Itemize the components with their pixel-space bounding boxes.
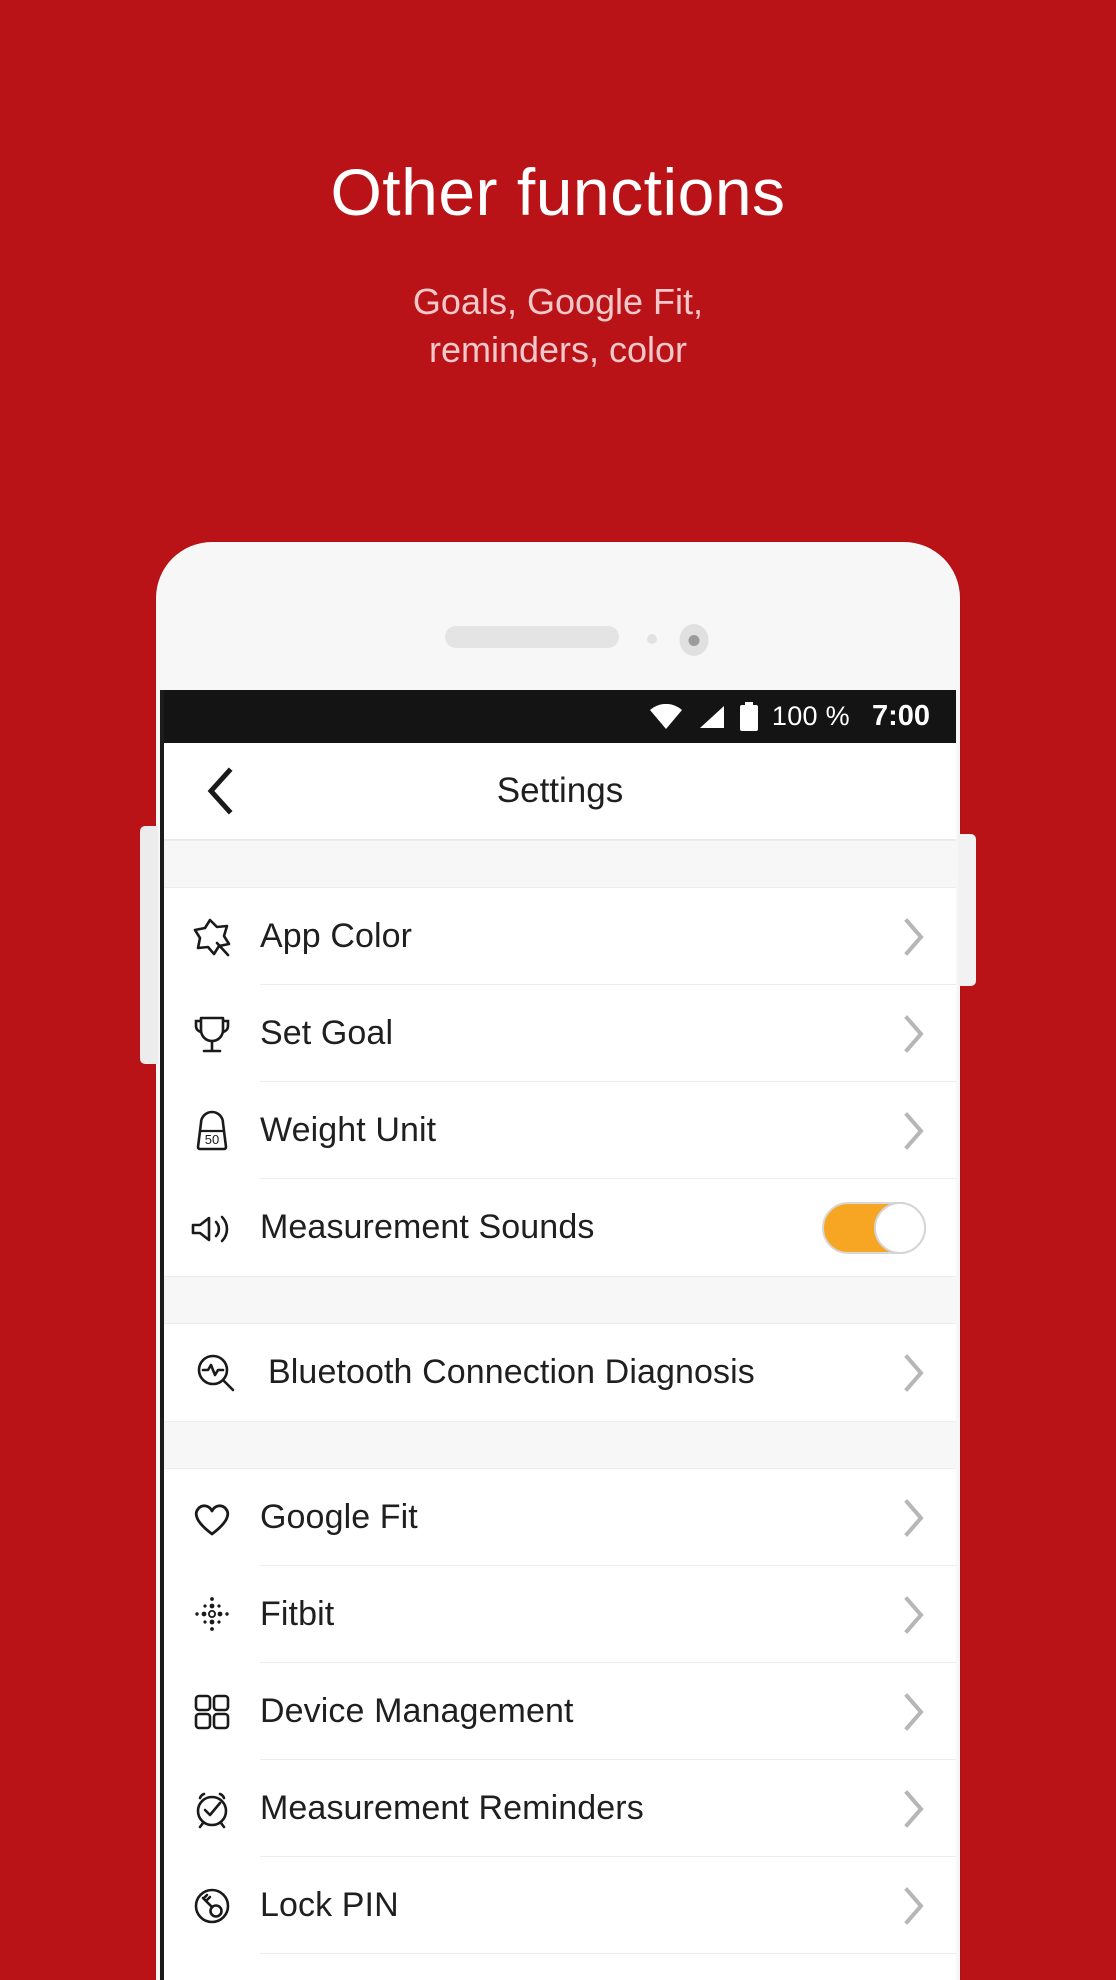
front-camera [679, 624, 709, 656]
settings-group-diagnostics: Bluetooth Connection Diagnosis [164, 1324, 956, 1421]
chevron-right-icon [872, 1353, 956, 1392]
settings-row-lock-pin[interactable]: Lock PIN [164, 1857, 956, 1954]
trophy-icon [164, 1010, 260, 1058]
speaker-volume-icon [164, 1204, 260, 1252]
phone-mockup: 100 % 7:00 Settings App Color Set Goal 5… [140, 542, 976, 1980]
settings-row-label: Measurement Reminders [260, 1789, 644, 1827]
settings-row-bluetooth-diagnosis[interactable]: Bluetooth Connection Diagnosis [164, 1324, 956, 1421]
settings-row-label: Lock PIN [260, 1886, 399, 1924]
chevron-right-icon [872, 1595, 956, 1634]
settings-row-label: Fitbit [260, 1595, 335, 1633]
settings-row-label: Set Goal [260, 1014, 394, 1052]
settings-row-measurement-reminders[interactable]: Measurement Reminders [164, 1760, 956, 1857]
settings-row-google-fit[interactable]: Google Fit [164, 1469, 956, 1566]
battery-full-icon [739, 701, 759, 732]
settings-row-label: Measurement Sounds [260, 1208, 595, 1246]
pulse-search-icon [164, 1349, 268, 1397]
settings-group-preferences: App Color Set Goal 50 Weight Unit Measur… [164, 888, 956, 1276]
settings-group-integrations: Google Fit Fitbit Device Management Meas… [164, 1469, 956, 1954]
fitbit-dots-icon [164, 1591, 260, 1639]
heart-icon [164, 1494, 260, 1542]
chevron-right-icon [872, 1692, 956, 1731]
settings-row-label: Google Fit [260, 1498, 418, 1536]
section-divider-band [164, 840, 956, 888]
phone-screen: 100 % 7:00 Settings App Color Set Goal 5… [160, 690, 956, 1980]
measurement-sounds-toggle[interactable] [822, 1201, 926, 1254]
cellular-signal-icon [696, 704, 726, 730]
volume-button[interactable] [140, 826, 158, 1064]
settings-row-measurement-sounds[interactable]: Measurement Sounds [164, 1179, 956, 1276]
settings-row-set-goal[interactable]: Set Goal [164, 985, 956, 1082]
back-button[interactable] [192, 763, 248, 819]
app-bar: Settings [164, 743, 956, 840]
wifi-icon [649, 703, 683, 730]
weight-icon-value: 50 [205, 1132, 219, 1147]
promo-screenshot: Other functions Goals, Google Fit, remin… [0, 0, 1116, 1980]
chevron-right-icon [872, 1111, 956, 1150]
settings-row-weight-unit[interactable]: 50 Weight Unit [164, 1082, 956, 1179]
promo-title: Other functions [330, 155, 786, 229]
promo-subtitle: Goals, Google Fit, reminders, color [0, 278, 1116, 373]
chevron-right-icon [872, 1789, 956, 1828]
status-bar-clock: 7:00 [871, 700, 930, 732]
chevron-right-icon [872, 1498, 956, 1537]
settings-row-device-management[interactable]: Device Management [164, 1663, 956, 1760]
weight-icon: 50 [164, 1107, 260, 1155]
key-circle-icon [164, 1882, 260, 1930]
chevron-right-icon [872, 1886, 956, 1925]
power-button[interactable] [958, 834, 976, 986]
settings-row-label: App Color [260, 917, 413, 955]
row-divider [260, 1953, 956, 1954]
alarm-clock-icon [164, 1785, 260, 1833]
magic-wand-icon [164, 913, 260, 961]
battery-percentage: 100 % [771, 701, 850, 731]
settings-row-label: Bluetooth Connection Diagnosis [268, 1353, 755, 1391]
toggle-knob [874, 1201, 926, 1254]
grid-squares-icon [164, 1688, 260, 1736]
settings-row-app-color[interactable]: App Color [164, 888, 956, 985]
chevron-left-icon [205, 767, 235, 815]
proximity-sensor [647, 634, 657, 644]
section-divider-band [164, 1276, 956, 1324]
section-divider-band [164, 1421, 956, 1469]
settings-row-label: Weight Unit [260, 1111, 437, 1149]
settings-row-label: Device Management [260, 1692, 574, 1730]
chevron-right-icon [872, 917, 956, 956]
status-bar: 100 % 7:00 [164, 690, 956, 743]
settings-row-fitbit[interactable]: Fitbit [164, 1566, 956, 1663]
promo-subtitle-line-1: Goals, Google Fit, [412, 281, 704, 322]
chevron-right-icon [872, 1014, 956, 1053]
promo-subtitle-line-2: reminders, color [428, 328, 688, 370]
earpiece-speaker [445, 626, 619, 648]
page-title: Settings [496, 771, 624, 810]
